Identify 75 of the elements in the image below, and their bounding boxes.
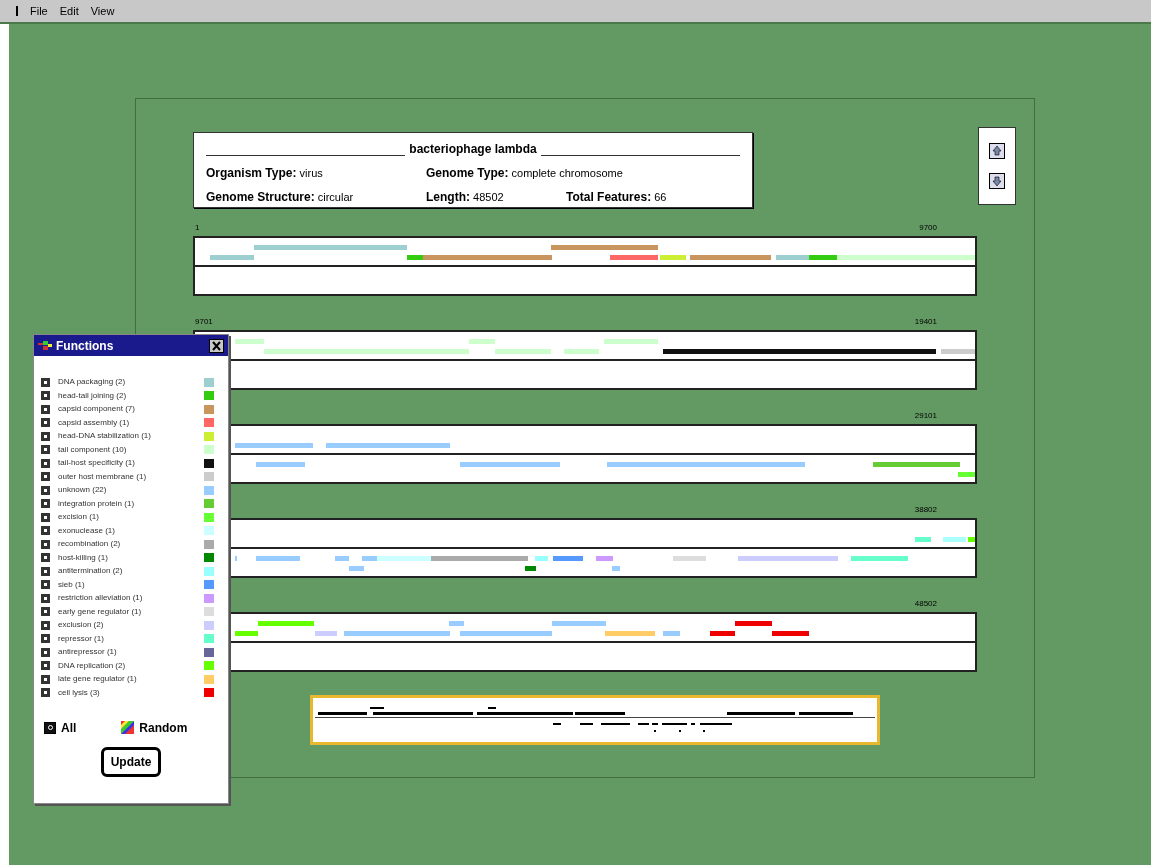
close-icon[interactable] <box>209 338 224 353</box>
checkbox[interactable] <box>41 377 50 387</box>
checkbox[interactable] <box>41 674 50 684</box>
function-label: repressor (1) <box>58 632 105 645</box>
checkbox[interactable] <box>41 404 50 414</box>
checkbox[interactable] <box>41 634 50 643</box>
start-position: 1 <box>195 222 200 234</box>
checkbox[interactable] <box>41 566 50 576</box>
scroll-up-icon[interactable] <box>989 143 1005 159</box>
info-field: Length: 48502 <box>426 188 566 206</box>
function-label: head-DNA stabilization (1) <box>58 430 152 442</box>
end-position: 29101 <box>914 410 937 422</box>
function-label: late gene regulator (1) <box>58 673 138 685</box>
all-checkbox[interactable] <box>44 721 56 734</box>
function-label: antitermination (2) <box>58 565 124 577</box>
info-field: Total Features: 66 <box>566 188 740 206</box>
function-label: head-tail joining (2) <box>58 389 128 402</box>
organism-title: bacteriophage lambda <box>409 141 537 158</box>
random-label: Random <box>139 719 188 737</box>
all-label: All <box>61 719 77 737</box>
app-icon <box>38 340 52 351</box>
checkbox[interactable] <box>41 418 50 427</box>
function-label: early gene regulator (1) <box>58 605 143 618</box>
checkbox[interactable] <box>41 485 50 495</box>
checkbox[interactable] <box>41 620 50 630</box>
function-label: DNA packaging (2) <box>58 376 127 388</box>
info-field: Genome Structure: circular <box>206 188 426 206</box>
info-field: Organism Type: virus <box>206 164 426 182</box>
function-label: tail component (10) <box>58 443 128 456</box>
function-label: integration protein (1) <box>58 497 136 510</box>
end-position: 38802 <box>914 504 937 516</box>
checkbox[interactable] <box>41 472 50 481</box>
function-label: restriction alleviation (1) <box>58 592 144 604</box>
start-position: 9701 <box>195 316 213 328</box>
function-label: capsid component (7) <box>58 403 136 415</box>
checkbox[interactable] <box>41 607 50 616</box>
scroll-down-icon[interactable] <box>989 173 1005 189</box>
info-field: Genome Type: complete chromosome <box>426 164 740 182</box>
menu-item[interactable]: View <box>90 2 115 20</box>
function-label: DNA replication (2) <box>58 659 127 672</box>
end-position: 48502 <box>914 598 937 610</box>
feature-bars-drawing <box>915 537 975 542</box>
function-label: exonuclease (1) <box>58 524 116 537</box>
function-label: outer host membrane (1) <box>58 470 148 483</box>
checkbox[interactable] <box>41 661 50 670</box>
checkbox[interactable] <box>41 647 50 657</box>
function-label: sieb (1) <box>58 578 86 591</box>
rainbow-icon[interactable] <box>121 721 135 734</box>
checkbox[interactable] <box>41 526 50 535</box>
function-label: unknown (22) <box>58 484 108 496</box>
checkbox[interactable] <box>41 499 50 508</box>
menu-item[interactable]: File <box>30 2 48 20</box>
checkbox[interactable] <box>41 553 50 562</box>
checkbox[interactable] <box>41 688 50 697</box>
checkbox[interactable] <box>41 391 50 400</box>
checkbox[interactable] <box>41 539 50 549</box>
function-label: recombination (2) <box>58 538 122 550</box>
function-label: excision (1) <box>58 511 100 523</box>
function-label: antirepressor (1) <box>58 646 118 658</box>
function-label: host-killing (1) <box>58 551 109 564</box>
function-label: exclusion (2) <box>58 619 105 631</box>
function-label: capsid assembly (1) <box>58 416 131 429</box>
end-position: 19401 <box>914 316 937 328</box>
checkbox[interactable] <box>41 431 50 441</box>
update-button[interactable]: Update <box>100 746 162 777</box>
checkbox[interactable] <box>41 512 50 522</box>
window-title: Functions <box>56 337 115 355</box>
end-position: 9700 <box>919 222 937 234</box>
checkbox[interactable] <box>41 593 50 603</box>
function-label: tail-host specificity (1) <box>58 457 136 469</box>
function-label: cell lysis (3) <box>58 686 101 699</box>
checkbox[interactable] <box>41 445 50 454</box>
checkbox[interactable] <box>41 580 50 589</box>
checkbox[interactable] <box>41 458 50 468</box>
menu-item[interactable]: Edit <box>59 2 79 20</box>
